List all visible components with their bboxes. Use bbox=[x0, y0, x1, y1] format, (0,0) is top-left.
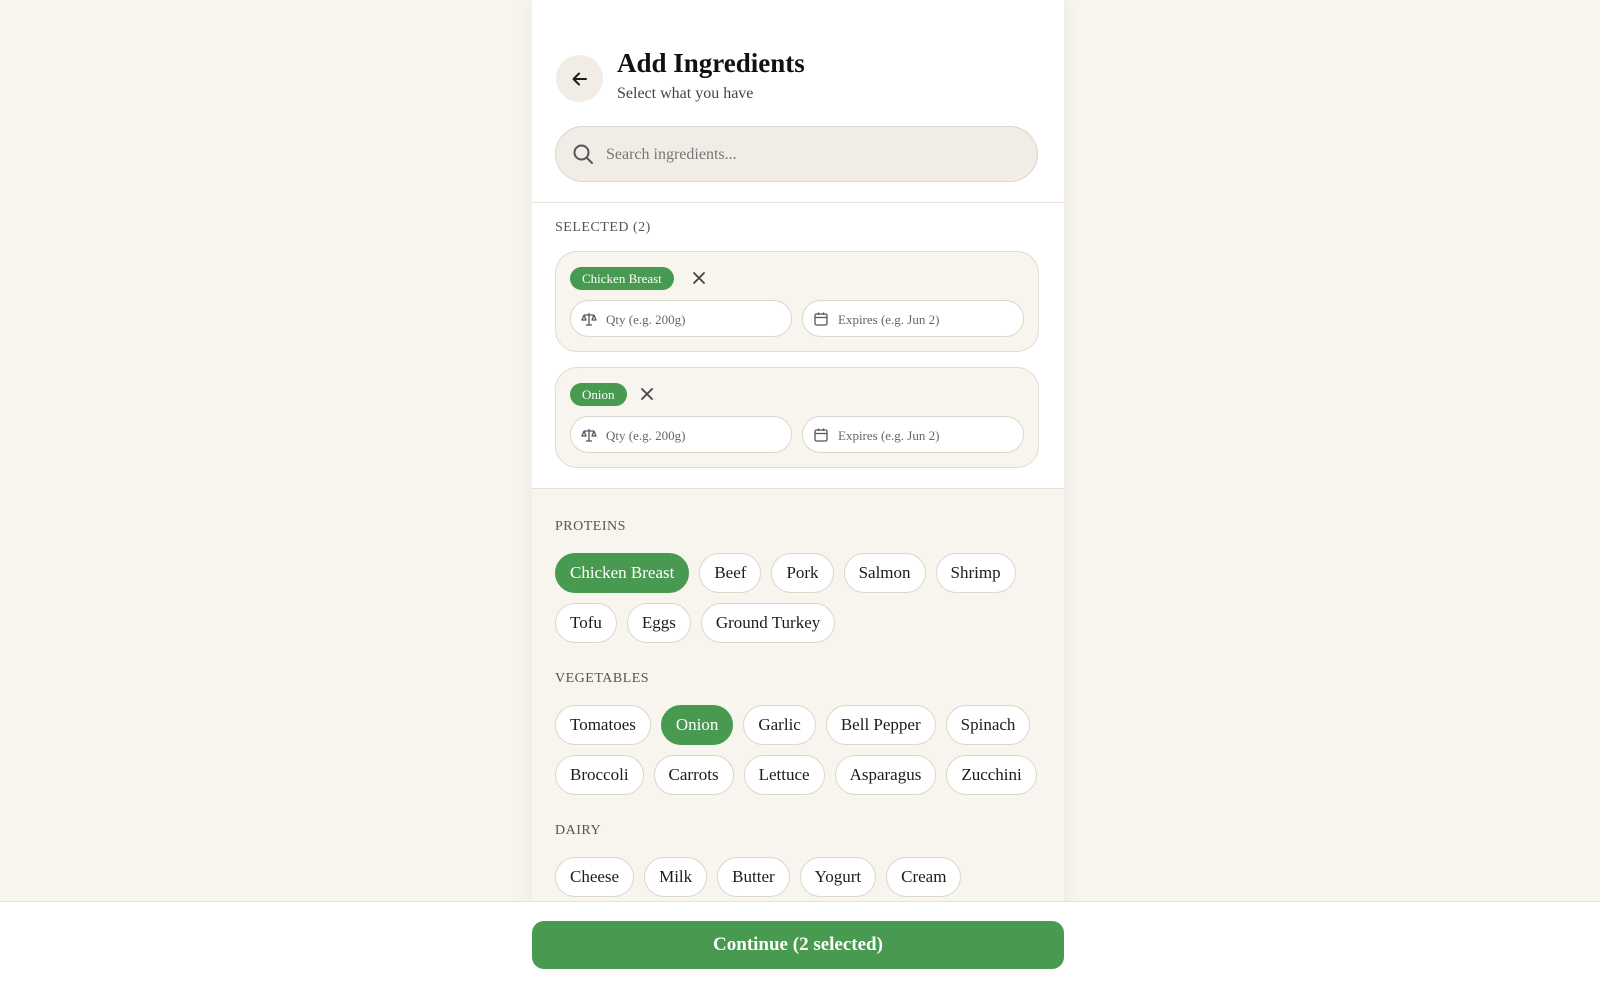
header: Add Ingredients Select what you have bbox=[532, 0, 1064, 203]
qty-input[interactable] bbox=[604, 417, 788, 454]
chip-beef[interactable]: Beef bbox=[699, 553, 762, 593]
footer-bar: Continue (2 selected) bbox=[0, 901, 1600, 986]
remove-item-button[interactable] bbox=[638, 385, 656, 403]
remove-item-button[interactable] bbox=[690, 269, 708, 287]
selected-item-card: Chicken Breast bbox=[555, 251, 1039, 352]
continue-button[interactable]: Continue (2 selected) bbox=[532, 921, 1064, 969]
chip-eggs[interactable]: Eggs bbox=[626, 603, 691, 643]
chip-salmon[interactable]: Salmon bbox=[843, 553, 926, 593]
arrow-left-icon bbox=[572, 72, 587, 85]
chip-zucchini[interactable]: Zucchini bbox=[946, 755, 1037, 795]
chip-pork[interactable]: Pork bbox=[771, 553, 834, 593]
chip-cheese[interactable]: Cheese bbox=[555, 857, 635, 897]
category-label: DAIRY bbox=[555, 823, 602, 838]
chip-yogurt[interactable]: Yogurt bbox=[799, 857, 877, 897]
page-subtitle: Select what you have bbox=[617, 85, 754, 102]
chip-cream[interactable]: Cream bbox=[886, 857, 962, 897]
chip-list: Cheese Milk Butter Yogurt Cream bbox=[555, 857, 1045, 897]
chip-bell-pepper[interactable]: Bell Pepper bbox=[825, 705, 936, 745]
chip-ground-turkey[interactable]: Ground Turkey bbox=[700, 603, 836, 643]
close-icon bbox=[641, 388, 653, 400]
chip-chicken-breast[interactable]: Chicken Breast bbox=[555, 553, 690, 593]
chip-milk[interactable]: Milk bbox=[644, 857, 708, 897]
category-dairy: DAIRY Cheese Milk Butter Yogurt Cream bbox=[555, 823, 1045, 897]
selected-label: SELECTED (2) bbox=[555, 220, 651, 235]
chip-carrots[interactable]: Carrots bbox=[653, 755, 734, 795]
close-icon bbox=[693, 272, 705, 284]
chip-broccoli[interactable]: Broccoli bbox=[555, 755, 644, 795]
category-vegetables: VEGETABLES Tomatoes Onion Garlic Bell Pe… bbox=[555, 671, 1045, 795]
chip-butter[interactable]: Butter bbox=[717, 857, 790, 897]
chip-tofu[interactable]: Tofu bbox=[555, 603, 617, 643]
qty-field bbox=[570, 416, 792, 454]
selected-section: SELECTED (2) Chicken Breast Qty (e.g. 20… bbox=[532, 203, 1064, 489]
qty-input[interactable] bbox=[604, 301, 788, 338]
chip-list: Tomatoes Onion Garlic Bell Pepper Spinac… bbox=[555, 705, 1045, 795]
category-proteins: PROTEINS Chicken Breast Beef Pork Salmon… bbox=[555, 519, 1045, 643]
scale-icon bbox=[581, 429, 597, 442]
chip-list: Chicken Breast Beef Pork Salmon Shrimp T… bbox=[555, 553, 1045, 643]
app-panel: Add Ingredients Select what you have SEL… bbox=[532, 0, 1064, 985]
category-label: PROTEINS bbox=[555, 519, 626, 534]
selected-item-chip: Chicken Breast bbox=[570, 267, 674, 290]
search-bar bbox=[555, 126, 1038, 183]
scale-icon bbox=[581, 313, 597, 326]
search-input[interactable] bbox=[604, 127, 1028, 183]
chip-onion[interactable]: Onion bbox=[660, 705, 734, 745]
chip-lettuce[interactable]: Lettuce bbox=[743, 755, 825, 795]
chip-garlic[interactable]: Garlic bbox=[743, 705, 816, 745]
expires-field bbox=[802, 300, 1024, 338]
expires-input[interactable] bbox=[836, 301, 1020, 338]
chip-shrimp[interactable]: Shrimp bbox=[935, 553, 1016, 593]
category-label: VEGETABLES bbox=[555, 671, 650, 686]
qty-field bbox=[570, 300, 792, 338]
selected-item-chip: Onion bbox=[570, 383, 627, 406]
calendar-icon bbox=[814, 312, 828, 326]
calendar-icon bbox=[814, 428, 828, 442]
search-icon bbox=[573, 144, 593, 164]
chip-spinach[interactable]: Spinach bbox=[945, 705, 1031, 745]
expires-field bbox=[802, 416, 1024, 454]
chip-tomatoes[interactable]: Tomatoes bbox=[555, 705, 651, 745]
back-button[interactable] bbox=[556, 55, 603, 102]
chip-asparagus[interactable]: Asparagus bbox=[834, 755, 937, 795]
expires-input[interactable] bbox=[836, 417, 1020, 454]
page-title: Add Ingredients bbox=[617, 48, 805, 78]
selected-item-card: Onion bbox=[555, 367, 1039, 468]
